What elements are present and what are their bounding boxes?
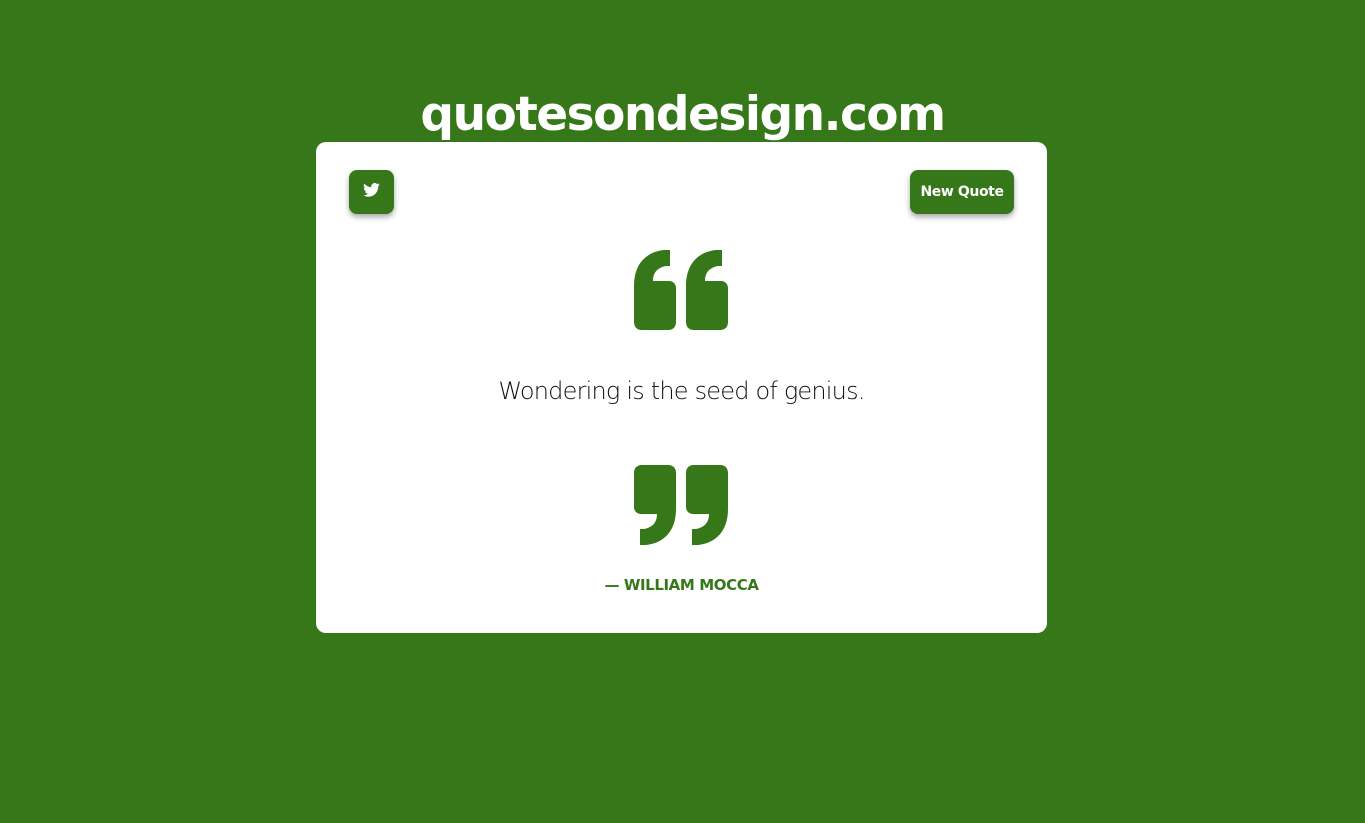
quote-author: — WILLIAM MOCCA: [604, 576, 759, 594]
site-title: quotesondesign.com: [420, 87, 946, 142]
twitter-icon: [363, 183, 380, 201]
tweet-button[interactable]: [349, 170, 394, 214]
quote-text: Wondering is the seed of genius.: [498, 377, 865, 405]
close-quote-icon: [634, 465, 728, 545]
open-quote-icon: [634, 250, 728, 330]
quote-card: New Quote Wondering is the seed of geniu…: [316, 142, 1047, 633]
new-quote-button[interactable]: New Quote: [910, 170, 1014, 214]
